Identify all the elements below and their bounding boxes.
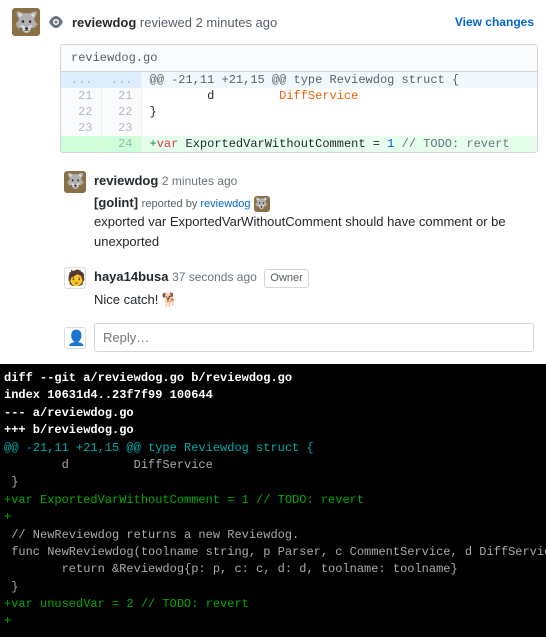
comment-text: exported var ExportedVarWithoutComment s… (94, 212, 534, 251)
view-changes-link[interactable]: View changes (455, 15, 534, 29)
comment-avatar[interactable] (64, 171, 86, 193)
comment-author[interactable]: haya14busa (94, 269, 168, 284)
reviewer-name[interactable]: reviewdog (72, 15, 136, 30)
terminal-line: +var ExportedVarWithoutComment = 1 // TO… (4, 492, 542, 509)
terminal-line: index 10631d4..23f7f99 100644 (4, 387, 542, 404)
owner-badge: Owner (264, 269, 308, 288)
comment: haya14busa 37 seconds ago Owner Nice cat… (60, 259, 538, 317)
diff-line: 24+var ExportedVarWithoutComment = 1 // … (61, 136, 537, 152)
terminal-line: d DiffService (4, 457, 542, 474)
terminal-diff: diff --git a/reviewdog.go b/reviewdog.go… (0, 364, 546, 637)
diff-table: ......@@ -21,11 +21,15 @@ type Reviewdog… (61, 72, 537, 152)
terminal-line: } (4, 474, 542, 491)
terminal-line: +var unusedVar = 2 // TODO: revert (4, 596, 542, 613)
diff-line: 2121 d DiffService (61, 88, 537, 104)
terminal-line: + (4, 613, 542, 630)
terminal-line: func NewReviewdog(toolname string, p Par… (4, 544, 542, 561)
comment-text: Nice catch! 🐕 (94, 290, 534, 310)
reviewer-avatar[interactable] (12, 8, 40, 36)
review-action: reviewed 2 minutes ago (140, 15, 277, 30)
terminal-line: diff --git a/reviewdog.go b/reviewdog.go (4, 370, 542, 387)
reported-by-link[interactable]: reviewdog (200, 198, 250, 210)
terminal-line: @@ -21,11 +21,15 @@ type Reviewdog struc… (4, 440, 542, 457)
comment-time: 37 seconds ago (172, 270, 257, 284)
reply-input[interactable] (94, 323, 534, 352)
comment: reviewdog 2 minutes ago [golint] reporte… (60, 163, 538, 259)
reported-by: reported by reviewdog (142, 198, 270, 210)
terminal-line: return &Reviewdog{p: p, c: c, d: d, tool… (4, 561, 542, 578)
file-name[interactable]: reviewdog.go (61, 45, 537, 72)
diff-line: 2323 (61, 120, 537, 136)
terminal-line: +++ b/reviewdog.go (4, 422, 542, 439)
comment-title: [golint] (94, 195, 138, 210)
comment-avatar[interactable] (64, 267, 86, 289)
terminal-line: // NewReviewdog returns a new Reviewdog. (4, 527, 542, 544)
review-header: reviewdog reviewed 2 minutes ago View ch… (0, 0, 546, 44)
hunk-header: ......@@ -21,11 +21,15 @@ type Reviewdog… (61, 72, 537, 88)
eye-icon (48, 14, 64, 30)
terminal-line: } (4, 579, 542, 596)
diff-line: 2222} (61, 104, 537, 120)
terminal-line: + (4, 509, 542, 526)
comment-author[interactable]: reviewdog (94, 173, 158, 188)
current-user-avatar[interactable] (64, 327, 86, 349)
terminal-line: --- a/reviewdog.go (4, 405, 542, 422)
file-diff-box: reviewdog.go ......@@ -21,11 +21,15 @@ t… (60, 44, 538, 153)
comment-time: 2 minutes ago (162, 174, 237, 188)
tool-avatar-icon (254, 196, 270, 212)
reply-box (60, 317, 538, 364)
review-summary: reviewdog reviewed 2 minutes ago (72, 15, 277, 30)
comment-thread: reviewdog 2 minutes ago [golint] reporte… (60, 163, 538, 317)
